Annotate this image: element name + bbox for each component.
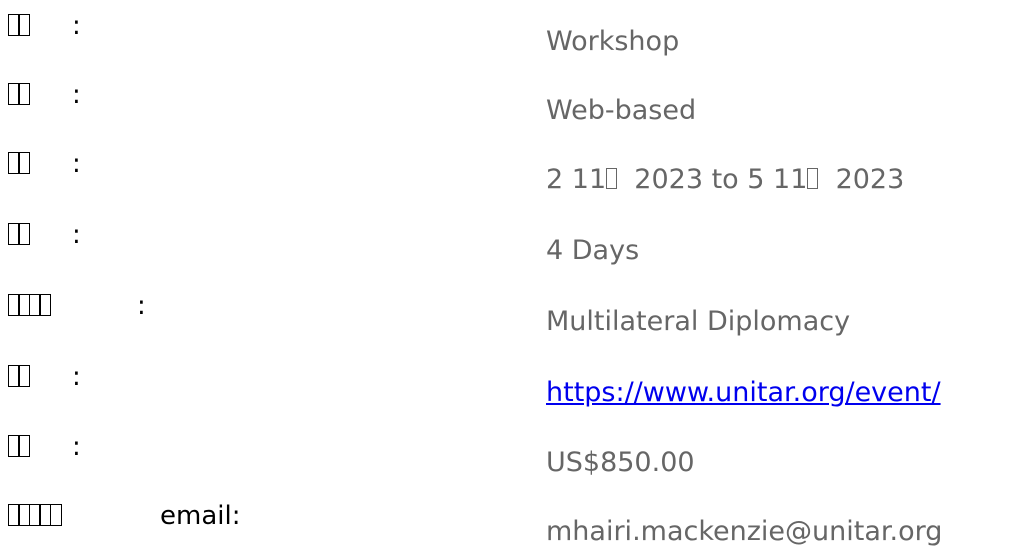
date-end-year: 2023 (835, 164, 905, 195)
detail-label-contact (8, 500, 62, 532)
missing-glyph-icon (18, 435, 31, 457)
detail-row-website: : https://www.unitar.org/event/ (0, 361, 1022, 411)
detail-row-duration: : 4 Days (0, 219, 1022, 269)
label-colon: : (72, 80, 81, 110)
detail-label-programme (8, 290, 52, 322)
detail-label-fee (8, 431, 31, 463)
detail-value-location: Web-based (546, 95, 697, 126)
label-colon: : (72, 11, 81, 41)
label-colon: : (72, 220, 81, 250)
missing-glyph-icon (18, 83, 31, 105)
detail-label-duration (8, 219, 31, 251)
label-colon: : (72, 362, 81, 392)
missing-glyph-icon (18, 14, 31, 36)
detail-value-type: Workshop (546, 26, 680, 57)
detail-value-website: https://www.unitar.org/event/ (546, 375, 941, 411)
date-start: 2 11 (546, 164, 607, 195)
detail-row-fee: : US$850.00 (0, 431, 1022, 481)
missing-glyph-icon (39, 294, 52, 316)
missing-glyph-icon (18, 365, 31, 387)
label-colon: : (137, 291, 146, 321)
label-colon: : (72, 149, 81, 179)
missing-glyph-icon (49, 504, 62, 526)
detail-row-type: : Workshop (0, 10, 1022, 60)
detail-label-type (8, 10, 31, 42)
detail-label-website (8, 361, 31, 393)
missing-glyph-icon (807, 168, 819, 189)
label-colon: : (72, 432, 81, 462)
detail-value-programme: Multilateral Diplomacy (546, 306, 851, 337)
missing-glyph-icon (18, 223, 31, 245)
detail-row-location: : Web-based (0, 79, 1022, 129)
detail-value-date: 2 11 2023 to 5 11 2023 (546, 162, 904, 198)
event-link[interactable]: https://www.unitar.org/event/ (546, 377, 941, 408)
missing-glyph-icon (606, 168, 618, 189)
detail-row-programme: : Multilateral Diplomacy (0, 290, 1022, 340)
missing-glyph-icon (18, 152, 31, 174)
detail-value-duration: 4 Days (546, 235, 640, 266)
detail-value-fee: US$850.00 (546, 447, 695, 478)
date-range: 2023 to 5 11 (634, 164, 808, 195)
detail-row-contact: email: mhairi.mackenzie@unitar.org (0, 500, 1022, 550)
detail-value-contact[interactable]: mhairi.mackenzie@unitar.org (546, 514, 942, 550)
detail-label-location (8, 79, 31, 111)
contact-email-label: email: (160, 501, 241, 531)
detail-label-date (8, 148, 31, 180)
detail-row-date: : 2 11 2023 to 5 11 2023 (0, 148, 1022, 198)
